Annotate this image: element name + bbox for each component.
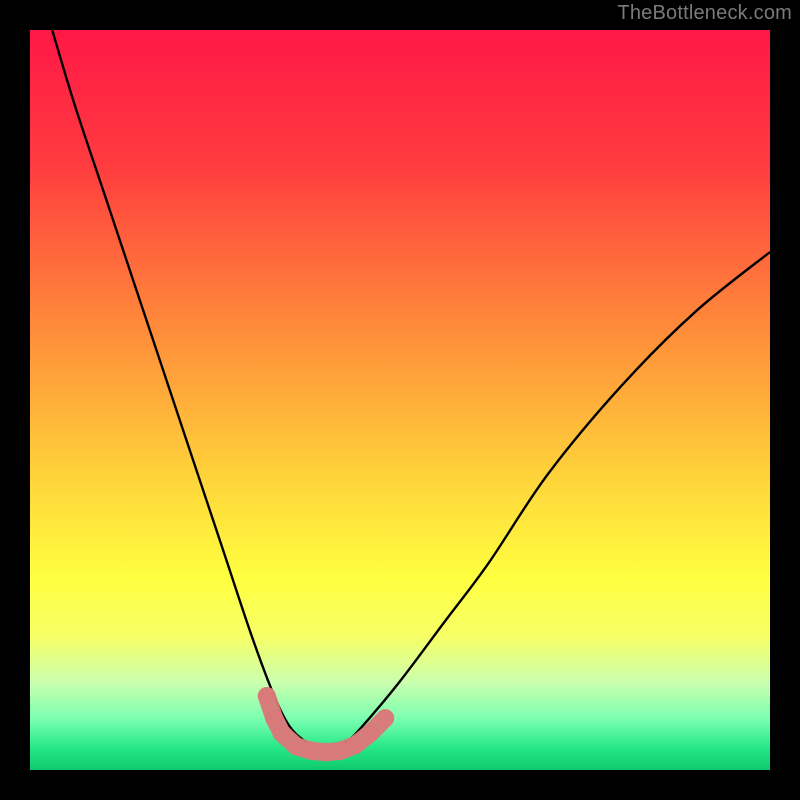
attribution-text: TheBottleneck.com xyxy=(617,2,792,25)
plot-area xyxy=(30,30,770,770)
chart-frame: TheBottleneck.com xyxy=(0,0,800,800)
background-gradient xyxy=(30,30,770,770)
